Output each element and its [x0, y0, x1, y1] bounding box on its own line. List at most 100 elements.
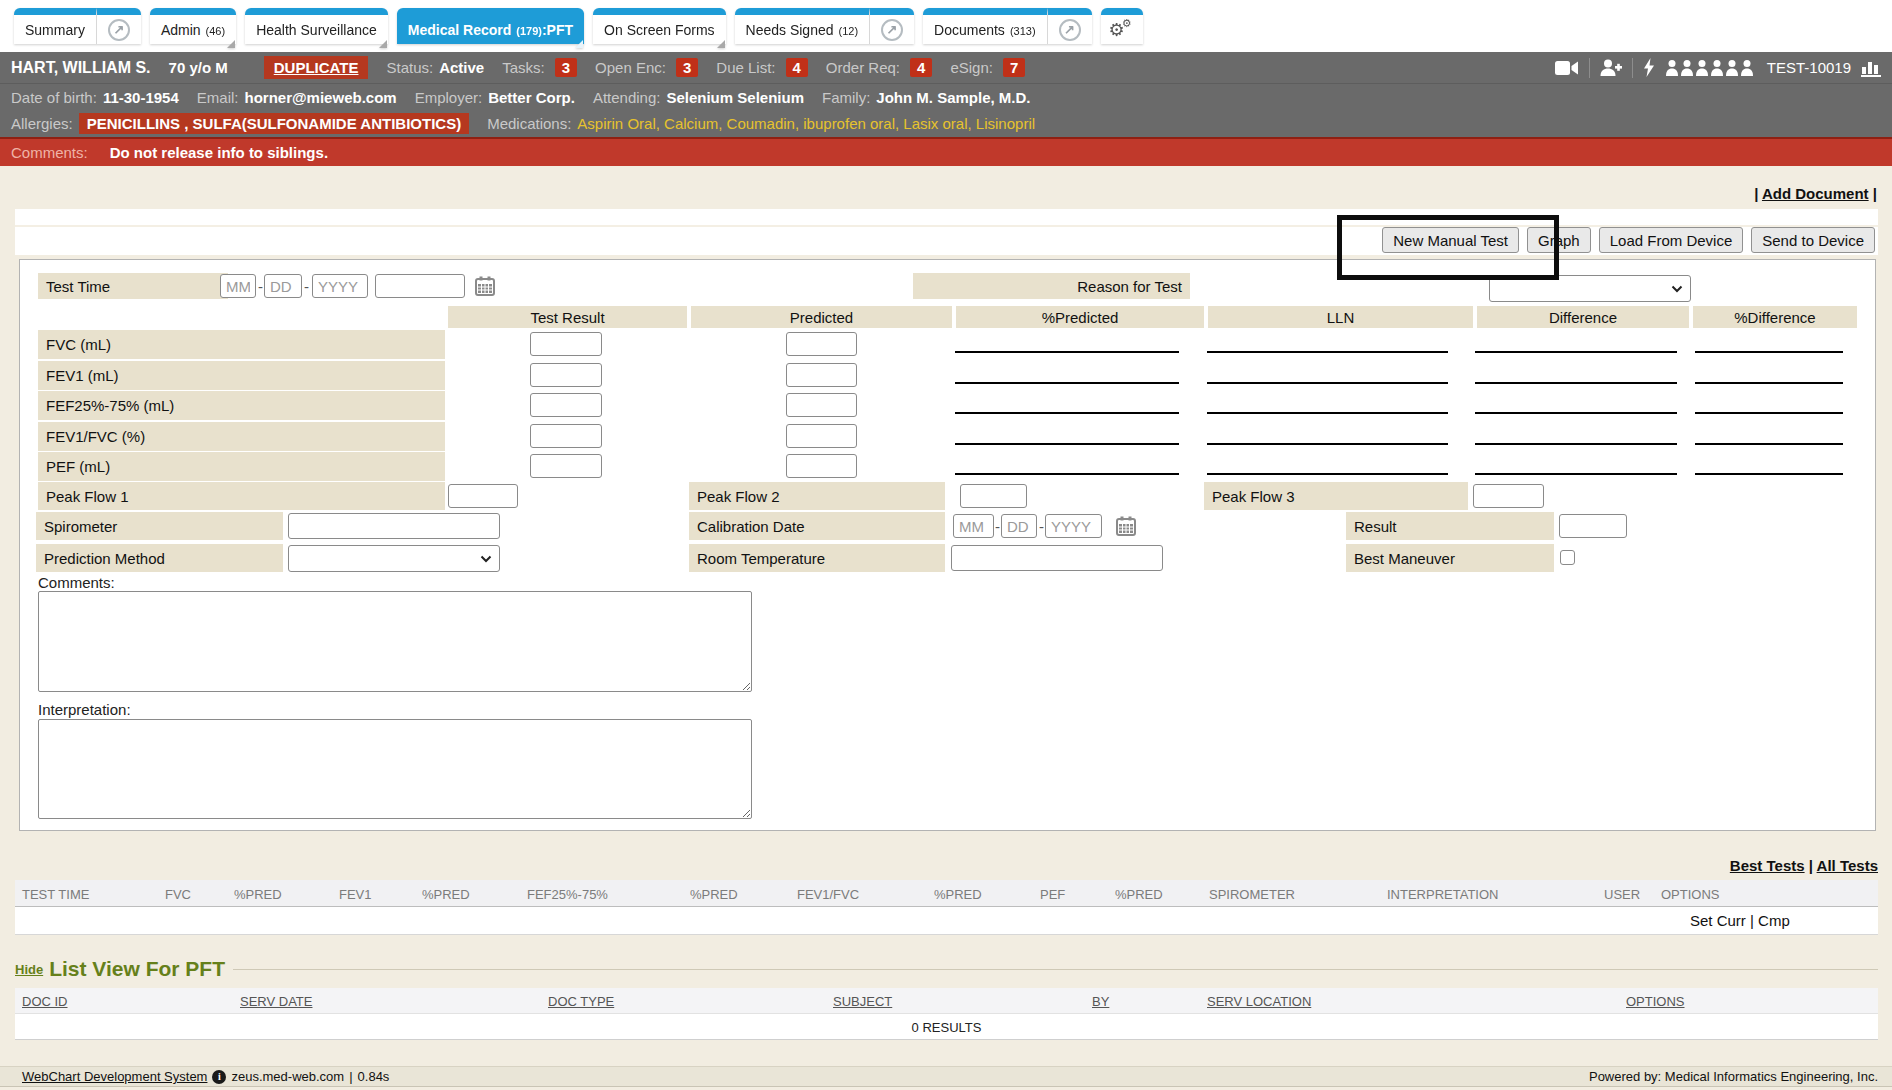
order-req-badge[interactable]: 4 [910, 58, 932, 77]
test-date-dd-input[interactable] [264, 274, 302, 298]
col-doc-id[interactable]: DOC ID [22, 994, 68, 1009]
open-enc-badge[interactable]: 3 [676, 58, 698, 77]
gear-icon[interactable]: ⚙⚙ [1101, 8, 1143, 44]
tab-medical-record[interactable]: Medical Record(179):PFT [397, 8, 584, 44]
interpretation-textarea[interactable] [38, 719, 752, 819]
col-pct-difference: %Difference [1693, 306, 1857, 328]
calibration-mm-input[interactable] [953, 514, 994, 538]
users-icon[interactable] [1665, 60, 1757, 76]
peak-flow-3-input[interactable] [1473, 484, 1544, 508]
open-new-window-icon[interactable]: ↗ [96, 8, 141, 44]
fev1-result-input[interactable] [530, 363, 602, 387]
allergies-value[interactable]: PENICILLINS , SULFA(SULFONAMIDE ANTIBIOT… [79, 113, 469, 134]
patient-header: HART, WILLIAM S. 70 y/o M DUPLICATE Stat… [0, 52, 1892, 137]
col-fev1fvc: FEV1/FVC [797, 887, 859, 902]
peak-flow-2-label: Peak Flow 2 [689, 482, 945, 510]
fvc-result-input[interactable] [530, 332, 602, 356]
col-interpretation: INTERPRETATION [1387, 887, 1498, 902]
tab-summary-label[interactable]: Summary [14, 8, 96, 44]
room-temperature-input[interactable] [951, 545, 1163, 571]
col-test-result: Test Result [448, 306, 687, 328]
pef-result-input[interactable] [530, 454, 602, 478]
peak-flow-2-input[interactable] [960, 484, 1027, 508]
set-curr-link[interactable]: Set Curr [1690, 912, 1746, 929]
open-new-window-icon[interactable]: ↗ [1047, 8, 1092, 44]
open-enc-label: Open Enc: [595, 59, 666, 76]
bar-chart-icon[interactable] [1861, 58, 1881, 77]
row-label-fvc: FVC (mL) [38, 330, 445, 359]
fev1-fvc-predicted-input[interactable] [786, 424, 857, 448]
col-doc-type[interactable]: DOC TYPE [548, 994, 614, 1009]
results-table-header: TEST TIME FVC %PRED FEV1 %PRED FEF25%-75… [15, 880, 1878, 907]
add-document-link[interactable]: Add Document [1762, 185, 1869, 202]
load-from-device-button[interactable]: Load From Device [1599, 227, 1744, 253]
duplicate-flag[interactable]: DUPLICATE [264, 56, 369, 79]
best-maneuver-label: Best Maneuver [1346, 544, 1554, 572]
lightning-icon[interactable] [1643, 58, 1655, 77]
col-pef: PEF [1040, 887, 1065, 902]
cmp-link[interactable]: Cmp [1758, 912, 1790, 929]
due-list-label: Due List: [716, 59, 775, 76]
tab-on-screen-forms[interactable]: On Screen Forms [593, 8, 725, 44]
open-new-window-icon[interactable]: ↗ [869, 8, 914, 44]
tab-needs-signed[interactable]: Needs Signed(12) ↗ [735, 8, 915, 44]
webchart-link[interactable]: WebChart Development System [22, 1069, 207, 1084]
tasks-label: Tasks: [502, 59, 545, 76]
esign-badge[interactable]: 7 [1003, 58, 1025, 77]
video-camera-icon[interactable] [1555, 60, 1579, 76]
col-by[interactable]: BY [1092, 994, 1109, 1009]
medications-value[interactable]: Aspirin Oral, Calcium, Coumadin, ibuprof… [577, 115, 1035, 132]
toolbar-strip [15, 209, 1878, 227]
result-input[interactable] [1559, 514, 1627, 538]
list-view-header: DOC ID SERV DATE DOC TYPE SUBJECT BY SER… [15, 988, 1878, 1013]
medications-label: Medications: [487, 115, 571, 132]
form-comments-textarea[interactable] [38, 591, 752, 692]
attending-value: Selenium Selenium [666, 89, 804, 106]
tab-documents[interactable]: Documents(313) ↗ [923, 8, 1092, 44]
fef-result-input[interactable] [530, 393, 602, 417]
col-subject[interactable]: SUBJECT [833, 994, 892, 1009]
tab-settings[interactable]: ⚙⚙ [1101, 8, 1143, 44]
results-table: TEST TIME FVC %PRED FEV1 %PRED FEF25%-75… [15, 880, 1878, 935]
send-to-device-button[interactable]: Send to Device [1751, 227, 1875, 253]
test-time-input[interactable] [375, 274, 465, 298]
status-label: Status: [386, 59, 433, 76]
tab-summary[interactable]: Summary ↗ [14, 8, 141, 44]
pef-predicted-input[interactable] [786, 454, 857, 478]
esign-label: eSign: [950, 59, 993, 76]
tab-admin[interactable]: Admin(46) [150, 8, 236, 44]
col-options2[interactable]: OPTIONS [1626, 994, 1685, 1009]
prediction-method-select[interactable] [288, 545, 500, 572]
col-pred1: %PRED [234, 887, 282, 902]
col-serv-date[interactable]: SERV DATE [240, 994, 312, 1009]
hide-link[interactable]: Hide [15, 962, 43, 977]
tasks-badge[interactable]: 3 [555, 58, 577, 77]
calendar-icon[interactable] [474, 275, 496, 300]
employer-value: Better Corp. [488, 89, 575, 106]
col-spirometer: SPIROMETER [1209, 887, 1295, 902]
all-tests-link[interactable]: All Tests [1817, 857, 1878, 874]
calendar-icon[interactable] [1115, 515, 1137, 540]
peak-flow-1-input[interactable] [448, 484, 518, 508]
comments-banner-text: Do not release info to siblings. [110, 144, 328, 161]
fef-predicted-input[interactable] [786, 393, 857, 417]
fev1-predicted-input[interactable] [786, 363, 857, 387]
calibration-dd-input[interactable] [1001, 514, 1037, 538]
tab-health-surveillance[interactable]: Health Surveillance [245, 8, 388, 44]
test-date-mm-input[interactable] [220, 274, 256, 298]
info-icon[interactable]: i [212, 1070, 226, 1084]
col-user: USER [1604, 887, 1640, 902]
form-comments-label: Comments: [38, 574, 115, 591]
test-date-yyyy-input[interactable] [312, 274, 368, 298]
add-user-icon[interactable] [1600, 59, 1622, 77]
fev1-fvc-result-input[interactable] [530, 424, 602, 448]
col-serv-location[interactable]: SERV LOCATION [1207, 994, 1311, 1009]
fvc-predicted-input[interactable] [786, 332, 857, 356]
due-list-badge[interactable]: 4 [786, 58, 808, 77]
interpretation-label: Interpretation: [38, 701, 131, 718]
best-tests-link[interactable]: Best Tests [1730, 857, 1805, 874]
spirometer-input[interactable] [288, 513, 500, 539]
calibration-yyyy-input[interactable] [1045, 514, 1102, 538]
best-maneuver-checkbox[interactable] [1560, 550, 1575, 565]
employer-label: Employer: [415, 89, 483, 106]
